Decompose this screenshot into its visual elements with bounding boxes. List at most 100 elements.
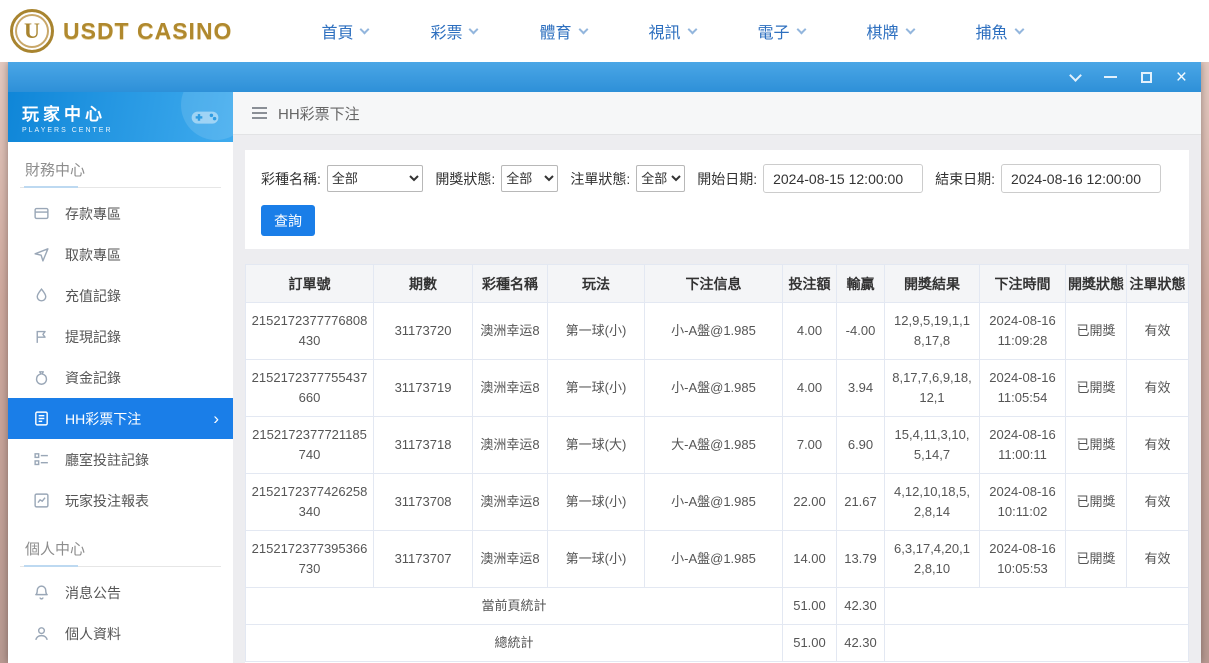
cell-draw-status: 已開獎 <box>1066 417 1127 474</box>
nav-item-label: 捕魚 <box>976 19 1008 43</box>
column-header: 訂單號 <box>246 265 374 303</box>
sidebar-item[interactable]: 存款專區 › <box>8 193 233 234</box>
chevron-down-icon <box>796 24 806 34</box>
sidebar-item-label: 消息公告 <box>65 583 121 603</box>
cell-play: 第一球(小) <box>548 360 645 417</box>
cell-order-id: 2152172377776808430 <box>246 303 374 360</box>
site-header: U USDT CASINO 首頁 彩票 體育 <box>0 0 1209 62</box>
total-summary-amount: 51.00 <box>783 625 837 662</box>
table-row[interactable]: 2152172377395366730 31173707 澳洲幸运8 第一球(小… <box>246 531 1189 588</box>
total-summary-empty <box>885 625 1189 662</box>
minimize-icon[interactable] <box>1104 76 1117 78</box>
query-button[interactable]: 查詢 <box>261 205 315 236</box>
cell-time: 2024-08-16 11:09:28 <box>980 303 1066 360</box>
table-summary: 當前頁統計 51.00 42.30 總統計 51.00 42.30 <box>246 588 1189 662</box>
cell-period: 31173708 <box>374 474 473 531</box>
room-records-icon <box>33 451 50 468</box>
cell-play: 第一球(大) <box>548 417 645 474</box>
cell-lottery: 澳洲幸运8 <box>473 303 548 360</box>
cell-order-status: 有效 <box>1127 417 1189 474</box>
profile-icon <box>33 625 50 642</box>
recharge-icon <box>33 287 50 304</box>
cell-win: 3.94 <box>837 360 885 417</box>
nav-item[interactable]: 首頁 <box>290 0 399 62</box>
nav-item[interactable]: 彩票 <box>399 0 508 62</box>
table-row[interactable]: 2152172377776808430 31173720 澳洲幸运8 第一球(小… <box>246 303 1189 360</box>
cell-play: 第一球(小) <box>548 474 645 531</box>
page-summary-empty <box>885 588 1189 625</box>
cell-win: 13.79 <box>837 531 885 588</box>
sidebar-item[interactable]: 充值記錄 › <box>8 275 233 316</box>
sidebar-header: 玩家中心 PLAYERS CENTER <box>8 92 233 142</box>
cell-lottery: 澳洲幸运8 <box>473 360 548 417</box>
site-logo[interactable]: U USDT CASINO <box>10 9 232 53</box>
cell-order-id: 2152172377426258340 <box>246 474 374 531</box>
cell-amount: 7.00 <box>783 417 837 474</box>
nav-item[interactable]: 捕魚 <box>945 0 1054 62</box>
column-header: 下注信息 <box>645 265 783 303</box>
nav-item[interactable]: 電子 <box>727 0 836 62</box>
end-date-input[interactable] <box>1001 164 1161 193</box>
page-summary-label: 當前頁統計 <box>246 588 783 625</box>
cell-time: 2024-08-16 11:05:54 <box>980 360 1066 417</box>
maximize-icon[interactable] <box>1141 72 1152 83</box>
window-titlebar: × <box>8 62 1201 92</box>
sidebar-item-label: 廳室投註記錄 <box>65 450 149 470</box>
bell-icon <box>33 584 50 601</box>
menu-toggle-icon[interactable] <box>252 107 267 119</box>
table-row[interactable]: 2152172377721185740 31173718 澳洲幸运8 第一球(大… <box>246 417 1189 474</box>
sidebar-item[interactable]: 資金記錄 › <box>8 357 233 398</box>
cell-amount: 22.00 <box>783 474 837 531</box>
withdraw-icon <box>33 246 50 263</box>
sidebar-item[interactable]: 廳室投註記錄 › <box>8 439 233 480</box>
sidebar: 玩家中心 PLAYERS CENTER 財務中心 存款專區 › <box>8 92 233 663</box>
collapse-icon[interactable] <box>1069 69 1082 82</box>
sidebar-item[interactable]: 個人資料 › <box>8 613 233 654</box>
cell-result: 6,3,17,4,20,12,8,10 <box>885 531 980 588</box>
draw-status-select[interactable]: 全部 <box>501 165 558 192</box>
column-header: 期數 <box>374 265 473 303</box>
sidebar-item[interactable]: 消息公告 › <box>8 572 233 613</box>
sidebar-item-label: 資金記錄 <box>65 368 121 388</box>
end-date-label: 結束日期: <box>935 169 995 189</box>
table-row[interactable]: 2152172377755437660 31173719 澳洲幸运8 第一球(小… <box>246 360 1189 417</box>
cell-bet-info: 小-A盤@1.985 <box>645 474 783 531</box>
bets-table-card: 訂單號 期數 彩種名稱 玩法 下注信息 <box>245 264 1189 663</box>
column-header: 開獎狀態 <box>1066 265 1127 303</box>
nav-item[interactable]: 棋牌 <box>836 0 945 62</box>
order-status-label: 注單狀態: <box>570 169 630 189</box>
sidebar-item[interactable]: 提現記錄 › <box>8 316 233 357</box>
logo-coin-icon: U <box>10 9 54 53</box>
order-status-select[interactable]: 全部 <box>636 165 685 192</box>
sidebar-item-label: 玩家投注報表 <box>65 491 149 511</box>
close-icon[interactable]: × <box>1176 68 1187 87</box>
cell-bet-info: 大-A盤@1.985 <box>645 417 783 474</box>
cell-period: 31173719 <box>374 360 473 417</box>
nav-item[interactable]: 視訊 <box>618 0 727 62</box>
column-header: 彩種名稱 <box>473 265 548 303</box>
sidebar-item[interactable]: 取款專區 › <box>8 234 233 275</box>
column-header: 玩法 <box>548 265 645 303</box>
table-header-row: 訂單號 期數 彩種名稱 玩法 下注信息 <box>246 265 1189 303</box>
column-header: 注單狀態 <box>1127 265 1189 303</box>
page-title: HH彩票下注 <box>278 103 360 124</box>
column-header: 開獎結果 <box>885 265 980 303</box>
sidebar-item[interactable]: HH彩票下注 › <box>8 398 233 439</box>
column-header: 投注額 <box>783 265 837 303</box>
bets-table: 訂單號 期數 彩種名稱 玩法 下注信息 <box>245 264 1189 662</box>
start-date-input[interactable] <box>763 164 923 193</box>
sidebar-section-personal: 個人中心 <box>20 529 221 567</box>
table-row[interactable]: 2152172377426258340 31173708 澳洲幸运8 第一球(小… <box>246 474 1189 531</box>
chevron-down-icon <box>469 24 479 34</box>
cell-draw-status: 已開獎 <box>1066 531 1127 588</box>
nav-item-label: 首頁 <box>321 19 353 43</box>
sidebar-item[interactable]: 玩家投注報表 › <box>8 480 233 521</box>
cell-amount: 14.00 <box>783 531 837 588</box>
cashout-icon <box>33 328 50 345</box>
gamepad-icon <box>189 101 221 133</box>
nav-item[interactable]: 體育 <box>508 0 617 62</box>
lottery-name-select[interactable]: 全部 <box>327 165 423 192</box>
column-header: 下注時間 <box>980 265 1066 303</box>
cell-result: 4,12,10,18,5,2,8,14 <box>885 474 980 531</box>
main-nav: 首頁 彩票 體育 視訊 電子 <box>290 0 1053 62</box>
